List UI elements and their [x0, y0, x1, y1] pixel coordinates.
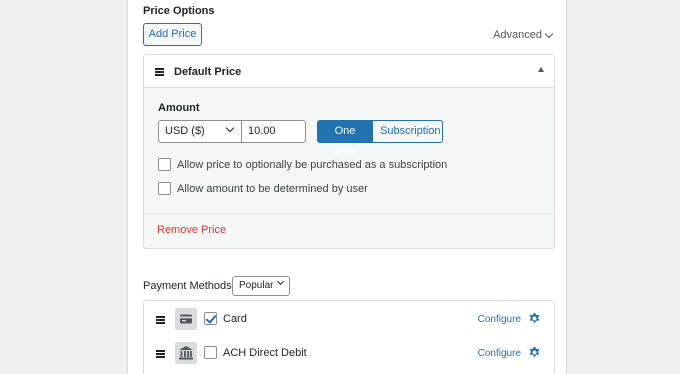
user-amount-checkbox[interactable] — [158, 182, 171, 195]
allow-subscription-label: Allow price to optionally be purchased a… — [177, 158, 448, 171]
gear-icon[interactable] — [528, 346, 541, 359]
remove-price-link[interactable]: Remove Price — [157, 224, 226, 236]
payment-methods-label: Payment Methods — [143, 280, 232, 292]
collapse-arrow-icon[interactable] — [538, 67, 544, 72]
amount-label: Amount — [158, 102, 200, 114]
chevron-down-icon — [544, 29, 554, 38]
price-options-title: Price Options — [143, 5, 215, 17]
default-price-card: Default Price Amount USD ($) 10.00 One t… — [143, 54, 555, 249]
advanced-label: Advanced — [493, 29, 542, 41]
user-amount-label: Allow amount to be determined by user — [177, 182, 368, 195]
default-price-header[interactable]: Default Price — [144, 55, 554, 88]
payment-method-name: Card — [223, 313, 247, 325]
advanced-toggle[interactable]: Advanced — [493, 29, 554, 41]
payment-methods-list: Card Configure ACH Direct Debit Configur… — [143, 300, 555, 374]
add-price-button[interactable]: Add Price — [143, 23, 202, 46]
subscription-button[interactable]: Subscription — [373, 120, 443, 143]
payment-method-row-card: Card Configure — [144, 302, 554, 336]
configure-ach-link[interactable]: Configure — [478, 348, 521, 359]
credit-card-icon — [175, 308, 197, 330]
ach-checkbox[interactable] — [204, 346, 217, 359]
price-type-toggle: One time Subscription — [317, 120, 443, 158]
drag-handle-icon[interactable] — [155, 68, 164, 76]
payment-method-row-ach: ACH Direct Debit Configure — [144, 336, 554, 370]
drag-handle-icon[interactable] — [156, 316, 165, 324]
default-price-title: Default Price — [174, 66, 242, 78]
payment-methods-filter-select[interactable]: Popular — [232, 276, 290, 296]
divider — [144, 213, 554, 214]
chevron-down-icon — [276, 277, 285, 286]
chevron-down-icon — [225, 123, 235, 133]
amount-input[interactable]: 10.00 — [241, 120, 306, 143]
bank-icon — [175, 342, 197, 364]
product-settings-panel: Price Options Add Price Advanced Default… — [127, 0, 567, 374]
allow-subscription-checkbox[interactable] — [158, 158, 171, 171]
payment-methods-filter-value: Popular — [239, 280, 274, 291]
payment-method-name: ACH Direct Debit — [223, 347, 307, 359]
gear-icon[interactable] — [528, 312, 541, 325]
card-checkbox[interactable] — [204, 312, 217, 325]
configure-card-link[interactable]: Configure — [478, 314, 521, 325]
drag-handle-icon[interactable] — [156, 350, 165, 358]
user-amount-option[interactable]: Allow amount to be determined by user — [158, 182, 368, 195]
allow-subscription-option[interactable]: Allow price to optionally be purchased a… — [158, 158, 447, 171]
currency-value: USD ($) — [165, 125, 205, 137]
one-time-button[interactable]: One time — [317, 120, 373, 158]
currency-select[interactable]: USD ($) — [158, 120, 242, 143]
